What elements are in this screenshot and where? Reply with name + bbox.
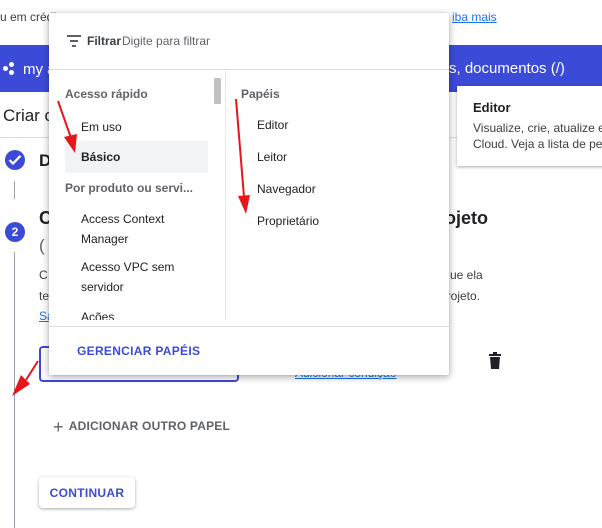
manage-roles-button[interactable]: GERENCIAR PAPÉIS — [77, 344, 200, 358]
tooltip-line-1: Visualize, crie, atualize e — [473, 121, 602, 135]
roles-title: Papéis — [241, 87, 280, 101]
role-picker-dropdown: Filtrar Acesso rápido Em uso Básico Por … — [49, 13, 449, 375]
filter-icon — [67, 35, 81, 47]
role-item-viewer[interactable]: Leitor — [257, 150, 287, 164]
step2-description: C — [39, 268, 48, 282]
continue-button[interactable]: CONTINUAR — [39, 477, 135, 508]
step-complete-badge — [5, 150, 25, 170]
page-title: Criar c — [3, 106, 54, 125]
step2-description: te — [39, 289, 50, 303]
annotation-arrow-role-select — [12, 360, 39, 396]
banner-text: u em crédi — [0, 10, 57, 24]
roles-column: Papéis Editor Leitor Navegador Proprietá… — [226, 70, 449, 320]
tooltip-line-2: Cloud. Veja a lista de per — [473, 137, 602, 151]
role-item-editor[interactable]: Editor — [257, 118, 288, 132]
scrollbar-thumb[interactable] — [214, 78, 221, 104]
stepper-line — [14, 181, 15, 199]
role-tooltip: Editor Visualize, crie, atualize e Cloud… — [457, 86, 602, 166]
learn-more-link[interactable]: iba mais — [452, 10, 497, 24]
stepper-line — [14, 252, 15, 528]
category-item-actions[interactable]: Ações — [65, 307, 208, 320]
filter-bar: Filtrar — [49, 13, 449, 69]
category-item-serverless-vpc-access[interactable]: Acesso VPC sem — [65, 257, 208, 277]
section-by-product: Por produto ou servi... — [65, 181, 194, 195]
category-item-access-context-manager[interactable]: Access Context — [65, 209, 208, 229]
trash-icon[interactable] — [487, 352, 503, 369]
search-bar-hint[interactable]: s, documentos (/) — [449, 60, 565, 77]
add-role-label: ADICIONAR OUTRO PAPEL — [68, 419, 231, 433]
category-item-basic[interactable]: Básico — [65, 141, 208, 173]
tooltip-title: Editor — [473, 100, 511, 115]
check-icon — [8, 155, 22, 166]
role-item-browser[interactable]: Navegador — [257, 182, 316, 196]
category-column: Acesso rápido Em uso Básico Por produto … — [49, 70, 212, 320]
category-item-access-context-manager[interactable]: Manager — [65, 229, 208, 249]
tooltip-description: Visualize, crie, atualize e Cloud. Veja … — [473, 120, 602, 152]
category-item-in-use[interactable]: Em uso — [65, 117, 208, 137]
plus-icon: + — [53, 417, 64, 437]
divider — [49, 326, 449, 327]
add-another-role-button[interactable]: + ADICIONAR OUTRO PAPEL — [53, 417, 230, 438]
step2-description-end: ue ela — [450, 268, 483, 282]
category-item-serverless-vpc-access[interactable]: servidor — [65, 277, 208, 297]
role-item-owner[interactable]: Proprietário — [257, 214, 319, 228]
step2-subtitle: ( — [39, 236, 45, 255]
filter-label: Filtrar — [87, 34, 122, 48]
section-quick-access: Acesso rápido — [65, 87, 148, 101]
step-number-badge: 2 — [5, 222, 25, 242]
filter-input[interactable] — [122, 31, 422, 51]
app-logo-icon — [3, 62, 17, 76]
category-scrollbar[interactable] — [212, 70, 224, 320]
